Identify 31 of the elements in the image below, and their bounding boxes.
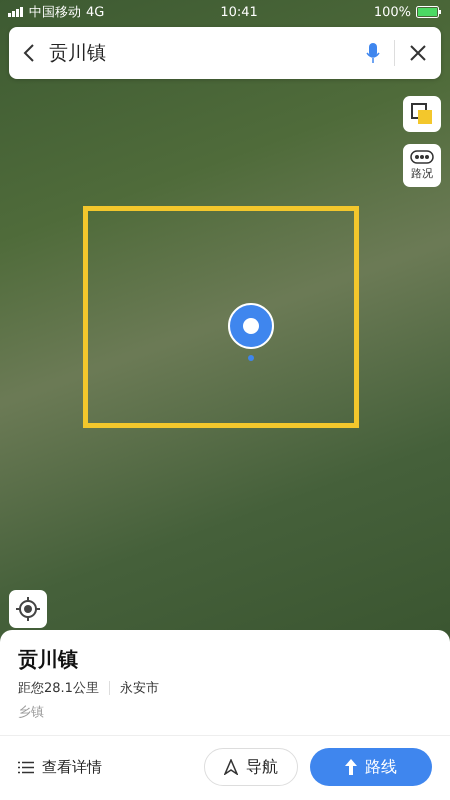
city-text: 永安市 (120, 680, 159, 697)
network-type: 4G (86, 4, 104, 20)
details-button[interactable]: 查看详情 (18, 758, 192, 776)
list-icon (18, 760, 34, 774)
battery-percent: 100% (374, 4, 411, 20)
close-button[interactable] (409, 44, 427, 62)
traffic-button[interactable]: 路况 (403, 144, 441, 187)
locate-button[interactable] (9, 590, 47, 628)
place-category: 乡镇 (18, 704, 45, 721)
signal-icon (8, 7, 24, 17)
carrier-name: 中国移动 (29, 4, 81, 21)
place-name: 贡川镇 (18, 646, 79, 673)
crosshair-icon (16, 597, 40, 621)
location-pin-icon (227, 302, 275, 362)
search-bar[interactable]: 贡川镇 (9, 27, 441, 79)
back-button[interactable] (23, 43, 35, 63)
navigate-button[interactable]: 导航 (204, 748, 298, 786)
microphone-icon (366, 42, 380, 64)
battery-icon (416, 6, 442, 18)
traffic-icon (410, 150, 434, 164)
layers-button[interactable] (403, 96, 441, 132)
back-icon (23, 43, 35, 63)
route-button[interactable]: 路线 (310, 748, 432, 786)
close-icon (409, 44, 427, 62)
voice-button[interactable] (366, 42, 380, 64)
distance-text: 距您28.1公里 (18, 680, 99, 697)
clock-time: 10:41 (220, 4, 258, 20)
navigation-arrow-icon (224, 759, 238, 775)
search-query: 贡川镇 (49, 41, 107, 66)
up-arrow-icon (345, 759, 357, 775)
layers-icon (410, 102, 434, 126)
